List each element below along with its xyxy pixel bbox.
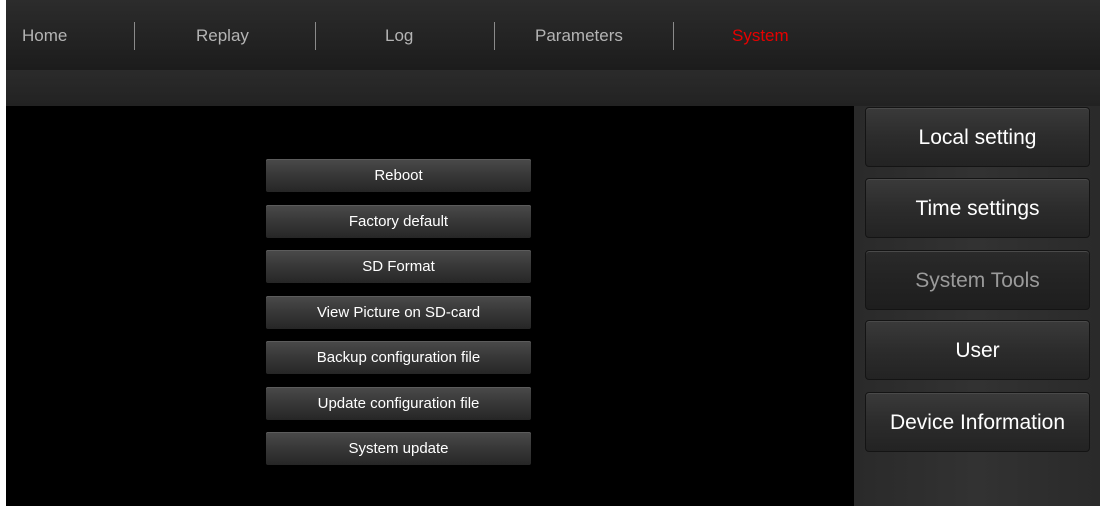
nav-divider [315,22,316,50]
nav-parameters[interactable]: Parameters [535,26,623,46]
nav-system[interactable]: System [732,26,789,46]
sidebar-item-local-setting[interactable]: Local setting [865,107,1090,167]
sub-toolbar [6,70,1100,106]
sidebar-item-user[interactable]: User [865,320,1090,380]
factory-default-button[interactable]: Factory default [266,205,531,238]
system-update-button[interactable]: System update [266,432,531,465]
nav-replay[interactable]: Replay [196,26,249,46]
sidebar-item-system-tools[interactable]: System Tools [865,250,1090,310]
backup-configuration-button[interactable]: Backup configuration file [266,341,531,374]
nav-divider [673,22,674,50]
sidebar-item-device-information[interactable]: Device Information [865,392,1090,452]
view-picture-sd-card-button[interactable]: View Picture on SD-card [266,296,531,329]
nav-divider [494,22,495,50]
sidebar-item-time-settings[interactable]: Time settings [865,178,1090,238]
nav-home[interactable]: Home [22,26,67,46]
sd-format-button[interactable]: SD Format [266,250,531,283]
update-configuration-button[interactable]: Update configuration file [266,387,531,420]
reboot-button[interactable]: Reboot [266,159,531,192]
nav-log[interactable]: Log [385,26,413,46]
nav-divider [134,22,135,50]
